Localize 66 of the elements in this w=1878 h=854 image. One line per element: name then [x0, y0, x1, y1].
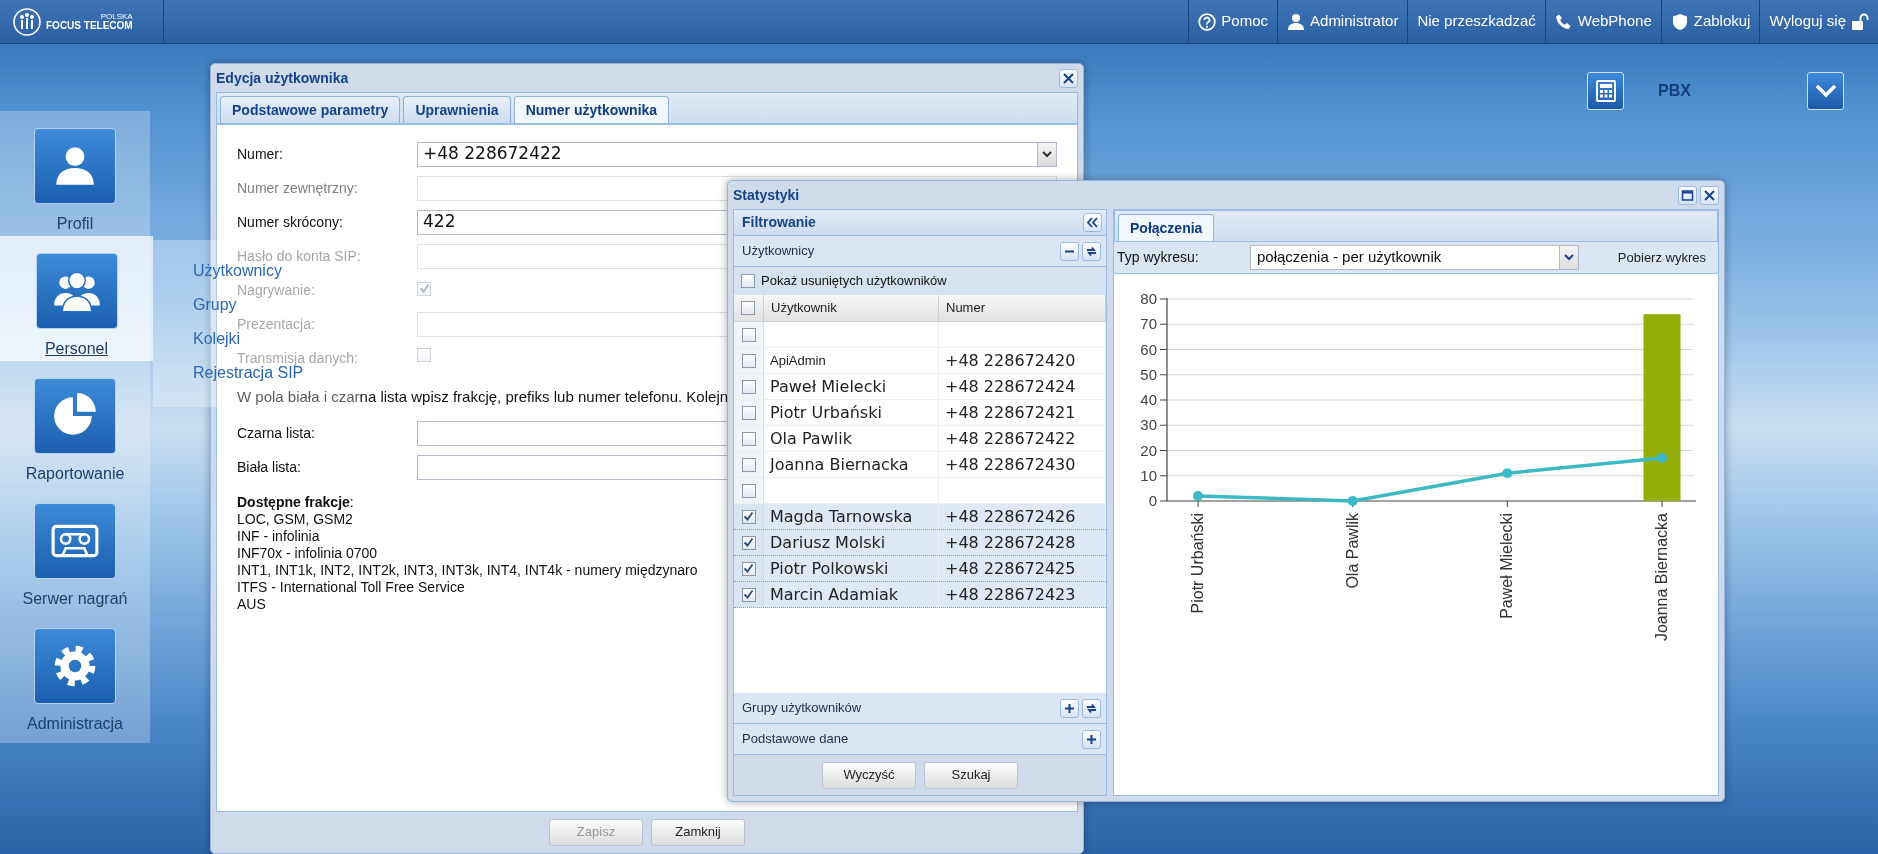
field-label: Numer zewnętrzny: [237, 178, 358, 198]
section-title: Grupy użytkowników [742, 699, 862, 718]
field-label: Transmisja danych: [237, 348, 358, 367]
table-cell-text: ApiAdmin [770, 351, 826, 370]
field-label: Nagrywanie: [237, 280, 315, 300]
field-label: Czarna lista: [237, 423, 315, 443]
table-cell-text: +48 228672430 [945, 453, 1076, 476]
table-cell-text: Marcin Adamiak [770, 583, 899, 606]
field-label: Typ wykresu: [1117, 248, 1200, 267]
y-tick-label: 40 [1140, 391, 1157, 408]
y-tick-label: 60 [1140, 340, 1157, 358]
table-cell-text: +48 228672420 [945, 349, 1076, 372]
table-cell-text: +48 228672424 [945, 375, 1076, 398]
table-cell-text: +48 228672426 [945, 505, 1076, 528]
x-axis-label: Ola Pawlik [1343, 513, 1361, 589]
table-cell-text: +48 228672422 [945, 427, 1076, 450]
sidebar-label: Personel [44, 339, 109, 359]
fraction-line: INF70x - infolinia 0700 [237, 545, 378, 562]
y-tick-label: 30 [1140, 416, 1157, 434]
table-cell-text: +48 228672428 [945, 531, 1076, 554]
logo-tag: POLSKA [46, 12, 133, 21]
fraction-line: LOC, GSM, GSM2 [237, 511, 353, 528]
section-heading: Dostępne frakcje: [237, 494, 354, 511]
x-axis-label: Joanna Biernacka [1653, 513, 1670, 642]
table-cell-text: Dariusz Molski [770, 531, 886, 554]
y-tick-label: 10 [1140, 466, 1157, 484]
table-cell-text: +48 228672425 [945, 557, 1076, 580]
section-title: Użytkownicy [742, 242, 815, 261]
field-label: Numer: [237, 144, 283, 164]
table-cell-text: +48 228672423 [945, 583, 1076, 606]
panel-title: Filtrowanie [742, 213, 816, 232]
checkbox-label: Pokaż usuniętych użytkowników [761, 272, 947, 291]
logo-text: FOCUS TELECOM [46, 20, 133, 31]
x-axis-label: Paweł Mielecki [1498, 513, 1516, 619]
module-title: PBX [1658, 81, 1691, 101]
field-label: Biała lista: [237, 457, 301, 477]
field-label: Prezentacja: [237, 314, 315, 333]
table-cell-text: +48 228672421 [945, 401, 1076, 424]
y-tick-label: 20 [1140, 441, 1157, 459]
table-cell-text: Ola Pawlik [770, 427, 852, 450]
table-cell-text: Paweł Mielecki [770, 375, 887, 398]
field-label: Numer skrócony: [237, 212, 343, 232]
hint-text: W pola biała i czarna lista wpisz frakcję, prefiks lub numer telefonu. Kolejn [237, 388, 729, 405]
section-title: Podstawowe dane [742, 730, 849, 749]
fraction-line: INF - infolinia [237, 528, 320, 545]
table-cell-text: Piotr Urbański [770, 401, 882, 424]
y-tick-label: 0 [1148, 492, 1157, 509]
window-title: Statystyki [733, 185, 800, 205]
y-tick-label: 80 [1140, 290, 1157, 307]
sidebar-label: Serwer nagrań [22, 589, 128, 609]
table-cell-text: Magda Tarnowska [770, 505, 913, 528]
table-cell-text: Piotr Polkowski [770, 557, 889, 580]
sidebar-label: Administracja [27, 714, 123, 734]
y-tick-label: 50 [1140, 365, 1157, 383]
window-title: Edycja użytkownika [216, 68, 349, 88]
fraction-line: AUS [237, 596, 266, 613]
column-header: Numer [946, 299, 985, 318]
table-cell-text: Joanna Biernacka [770, 453, 909, 476]
sidebar-label: Raportowanie [25, 464, 125, 484]
x-axis-label: Piotr Urbański [1189, 513, 1206, 614]
fraction-line: ITFS - International Toll Free Service [237, 579, 465, 596]
y-tick-label: 70 [1140, 315, 1157, 333]
fraction-line: INT1, INT1k, INT2, INT2k, INT3, INT3k, INT4, INT4k - numery międzynaro [237, 562, 698, 579]
field-label: Hasło do konta SIP: [237, 246, 361, 264]
sidebar-label: Profil [56, 214, 94, 234]
column-header: Użytkownik [771, 299, 837, 318]
